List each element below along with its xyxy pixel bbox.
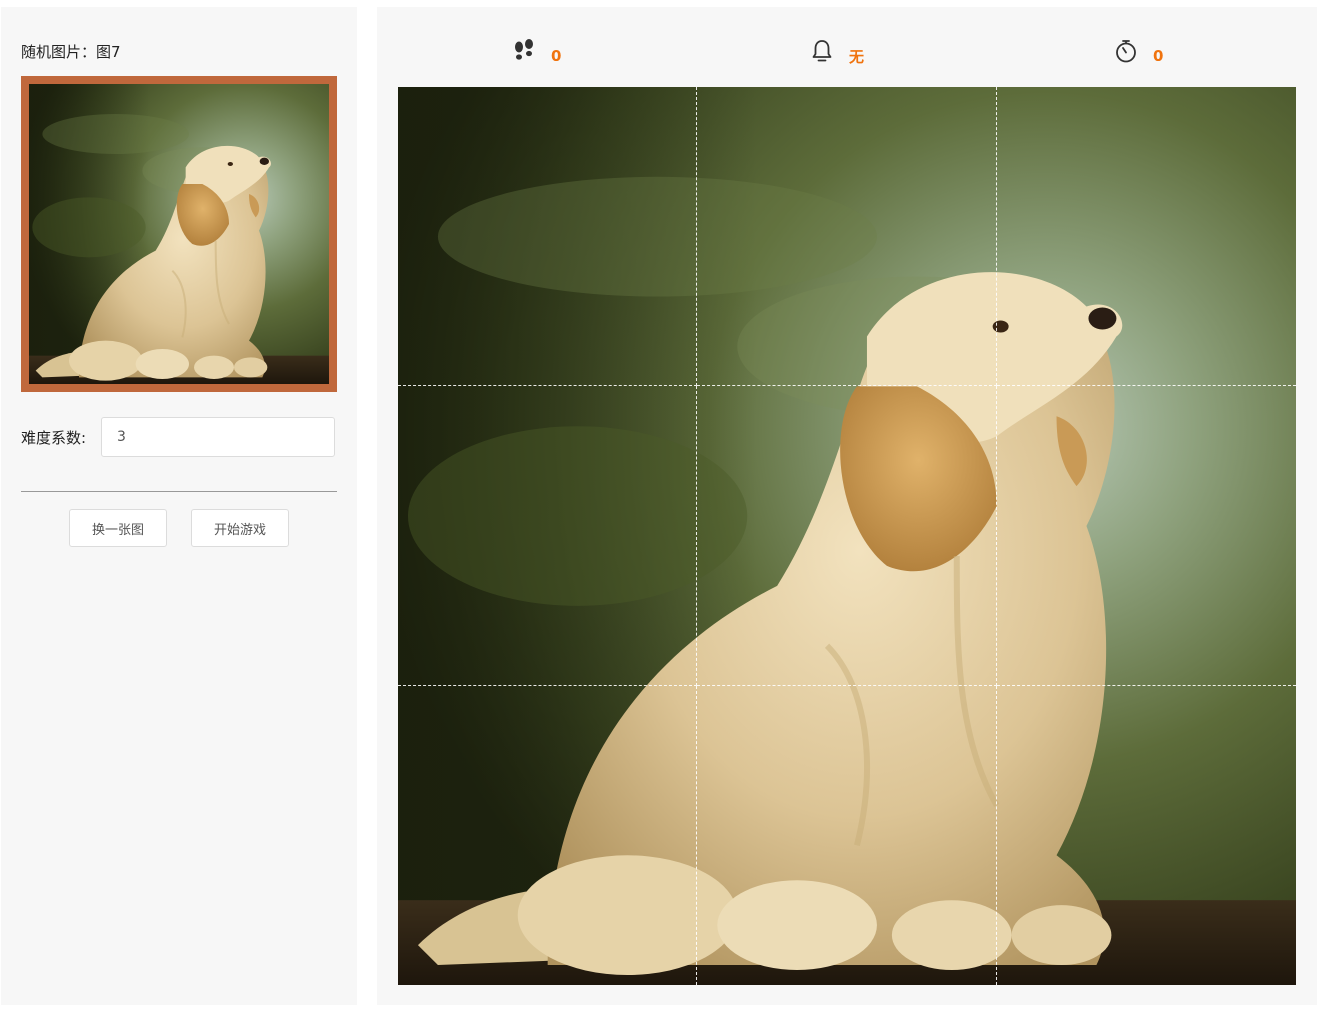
stopwatch-icon <box>1113 38 1139 64</box>
change-image-button[interactable]: 换一张图 <box>69 509 167 547</box>
timer-value: 0 <box>1153 47 1164 65</box>
random-image-label: 随机图片：图7 <box>21 43 121 61</box>
puzzle-tile[interactable] <box>996 386 1296 686</box>
puzzle-tile[interactable] <box>697 685 997 985</box>
puzzle-tile[interactable] <box>697 386 997 686</box>
puzzle-board[interactable] <box>398 87 1296 985</box>
puzzle-tile[interactable] <box>398 87 698 387</box>
sidebar: 随机图片：图7 难度系数: 换一张图 开始游戏 <box>1 7 357 1005</box>
puzzle-tile[interactable] <box>997 686 1296 985</box>
steps-value: 0 <box>551 47 562 65</box>
puzzle-tile[interactable] <box>697 87 997 387</box>
start-game-button[interactable]: 开始游戏 <box>191 509 289 547</box>
puzzle-tiles <box>398 87 1296 985</box>
steps-counter: 0 <box>511 35 561 67</box>
puzzle-tile[interactable] <box>996 87 1296 387</box>
preview-puppy-picture <box>29 84 329 384</box>
divider <box>21 491 337 492</box>
bell-icon <box>809 38 835 64</box>
puzzle-tile[interactable] <box>398 685 698 985</box>
preview-image <box>21 76 337 392</box>
timer: 0 <box>1113 35 1163 67</box>
footsteps-icon <box>511 38 537 64</box>
difficulty-input[interactable] <box>101 417 335 457</box>
puzzle-tile[interactable] <box>398 386 698 686</box>
puzzle-app: 随机图片：图7 难度系数: 换一张图 开始游戏 0 <box>0 0 1320 1012</box>
hint-value: 无 <box>849 47 865 66</box>
game-panel: 0 无 0 <box>377 7 1317 1005</box>
difficulty-label: 难度系数: <box>21 429 87 447</box>
hint-indicator: 无 <box>809 35 864 67</box>
